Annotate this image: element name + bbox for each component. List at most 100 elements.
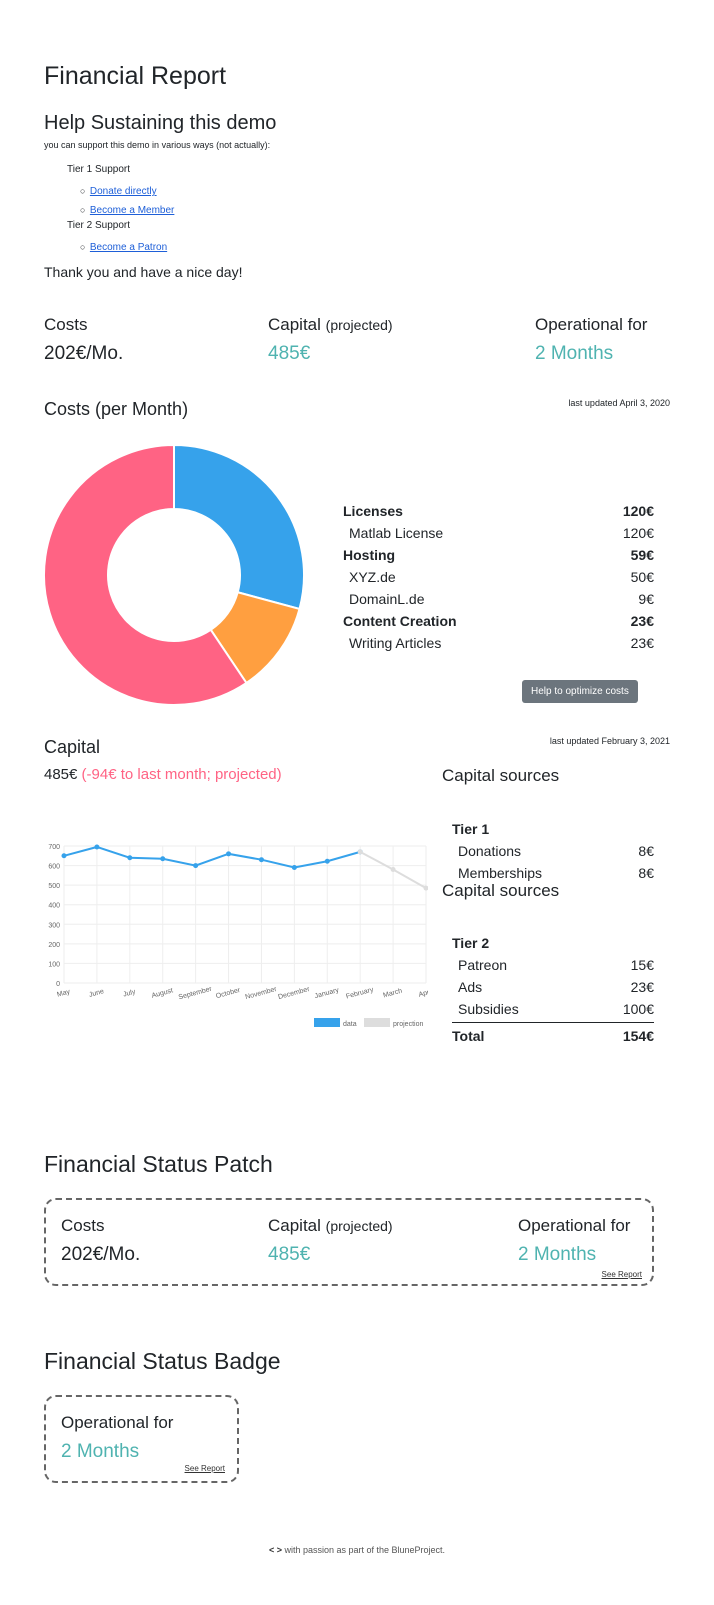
x-tick-label: June bbox=[88, 988, 105, 999]
capital-delta: (-94€ to last month; projected) bbox=[81, 766, 282, 783]
costs-donut-chart bbox=[44, 444, 304, 706]
cost-item-name: Matlab License bbox=[349, 525, 444, 541]
page-title: Financial Report bbox=[44, 62, 227, 90]
total-label: Total bbox=[452, 1028, 485, 1044]
x-tick-label: November bbox=[245, 986, 279, 1001]
cost-item-value: 23€ bbox=[630, 635, 654, 651]
y-tick-label: 400 bbox=[48, 903, 60, 910]
x-tick-label: March bbox=[382, 988, 403, 1000]
code-icon: < > bbox=[268, 1545, 282, 1555]
costs-heading: Costs (per Month) bbox=[44, 399, 189, 419]
y-tick-label: 300 bbox=[48, 922, 60, 929]
cost-item-name: XYZ.de bbox=[349, 569, 396, 585]
patch-operational-value: 2 Months bbox=[518, 1244, 597, 1265]
capital-line-chart: 0 100 200 300 400 500 600 700 May June July August S… bbox=[48, 844, 428, 1028]
series-line-data bbox=[63, 845, 361, 869]
patch-capital: Capital (projected) 485€ bbox=[268, 1216, 393, 1266]
data-point-data bbox=[127, 855, 133, 861]
capital-tier2-table: Tier 2 Patreon 15€ Ads 23€ Subsidies 100€ bbox=[452, 932, 654, 1020]
cost-item-row: DomainL.de 9€ bbox=[343, 588, 654, 610]
support-heading: Help Sustaining this demo bbox=[44, 112, 277, 134]
y-tick-label: 600 bbox=[48, 864, 60, 871]
cost-item-name: DomainL.de bbox=[349, 591, 425, 607]
data-point-data bbox=[94, 844, 100, 850]
x-tick-label: September bbox=[178, 986, 214, 1002]
x-tick-label: July bbox=[123, 988, 137, 998]
operational-value: 2 Months bbox=[535, 343, 614, 364]
tier1-source-value: 8€ bbox=[638, 865, 654, 881]
patch-operational-label: Operational for bbox=[518, 1216, 631, 1235]
tier2-source-value: 15€ bbox=[630, 957, 654, 973]
cost-item-value: 50€ bbox=[630, 569, 654, 585]
costs-table: Licenses 120€ Matlab License 120€ Hosting 59€… bbox=[343, 500, 654, 654]
y-tick-label: 0 bbox=[56, 981, 60, 988]
tier1-support-label: Tier 1 Support bbox=[67, 164, 130, 175]
tier1-source-row: Donations 8€ bbox=[452, 840, 654, 862]
costs-stat: Costs 202€/Mo. bbox=[44, 315, 123, 365]
x-tick-label: May bbox=[56, 988, 71, 998]
capital-tier1-table: Tier 1 Donations 8€ Memberships 8€ bbox=[452, 818, 654, 884]
patch-costs: Costs 202€/Mo. bbox=[61, 1216, 140, 1266]
tier2-source-label-name: Tier 2 bbox=[452, 935, 490, 951]
tier1-source-name: Donations bbox=[458, 843, 522, 859]
tier1-source-value: 8€ bbox=[638, 843, 654, 859]
costs-updated: last updated April 3, 2020 bbox=[568, 398, 670, 408]
become-patron-link[interactable]: Become a Patron bbox=[90, 242, 167, 253]
data-point-data bbox=[291, 865, 297, 871]
x-tick-label: December bbox=[277, 986, 311, 1001]
patch-costs-value: 202€/Mo. bbox=[61, 1244, 141, 1265]
cost-item-row: Licenses 120€ bbox=[343, 500, 654, 522]
patch-costs-label: Costs bbox=[61, 1216, 105, 1235]
capital-summary: 485€ (-94€ to last month; projected) bbox=[44, 766, 282, 783]
x-tick-label: February bbox=[345, 986, 374, 1000]
data-point-data bbox=[61, 853, 67, 859]
y-tick-label: 100 bbox=[48, 961, 60, 968]
status-patch: Costs 202€/Mo. Capital (projected) 485€ … bbox=[44, 1198, 654, 1286]
optimize-costs-button[interactable]: Help to optimize costs bbox=[522, 680, 638, 703]
tier2-source-row: Patreon 15€ bbox=[452, 954, 654, 976]
patch-see-report-link[interactable]: See Report bbox=[602, 1270, 642, 1279]
cost-item-name: Content Creation bbox=[343, 613, 457, 629]
tier2-support-label: Tier 2 Support bbox=[67, 220, 130, 231]
patch-operational: Operational for 2 Months bbox=[518, 1216, 630, 1266]
cost-item-value: 120€ bbox=[622, 503, 654, 519]
cost-item-value: 9€ bbox=[638, 591, 654, 607]
tier2-source-name: Patreon bbox=[458, 957, 508, 973]
footer: < > with passion as part of the BlunePro… bbox=[0, 1545, 714, 1555]
legend-swatch-projection bbox=[364, 1018, 390, 1027]
patron-link-item: ○ Become a Patron bbox=[80, 242, 168, 253]
badge-operational-value: 2 Months bbox=[61, 1441, 140, 1462]
tier1-source-name: Memberships bbox=[458, 865, 543, 881]
operational-stat: Operational for 2 Months bbox=[535, 315, 647, 365]
badge-see-report-link[interactable]: See Report bbox=[185, 1464, 225, 1473]
thanks-text: Thank you and have a nice day! bbox=[44, 264, 243, 280]
data-point-data bbox=[258, 857, 264, 863]
capital-label: Capital bbox=[268, 315, 321, 334]
x-tick-label: August bbox=[151, 987, 174, 999]
y-tick-label: 700 bbox=[48, 844, 60, 851]
tier2-source-value: 23€ bbox=[630, 979, 654, 995]
total-value: 154€ bbox=[622, 1028, 654, 1044]
data-point-projection bbox=[390, 866, 396, 872]
tier2-source-row: Subsidies 100€ bbox=[452, 998, 654, 1020]
cost-item-row: XYZ.de 50€ bbox=[343, 566, 654, 588]
tier2-source-value: 100€ bbox=[622, 1001, 654, 1017]
donate-link-item: ○ Donate directly bbox=[80, 186, 157, 197]
patch-capital-label: Capital bbox=[268, 1216, 321, 1235]
legend-label-projection: projection bbox=[393, 1021, 423, 1028]
badge-operational: Operational for 2 Months bbox=[61, 1413, 173, 1463]
legend-swatch-data bbox=[314, 1018, 340, 1027]
x-tick-label: April bbox=[418, 988, 428, 999]
donate-directly-link[interactable]: Donate directly bbox=[90, 186, 157, 197]
become-member-link[interactable]: Become a Member bbox=[90, 205, 174, 216]
capital-value: 485€ bbox=[268, 343, 311, 364]
capital-current-value: 485€ bbox=[44, 766, 78, 783]
cost-item-name: Hosting bbox=[343, 547, 396, 563]
capital-sub: (projected) bbox=[325, 317, 393, 333]
tier1-source-label-name: Tier 1 bbox=[452, 821, 490, 837]
x-tick-label: January bbox=[314, 987, 340, 1000]
capital-heading: Capital bbox=[44, 737, 101, 757]
patch-capital-value: 485€ bbox=[268, 1244, 311, 1265]
cost-item-row: Hosting 59€ bbox=[343, 544, 654, 566]
member-link-item: ○ Become a Member bbox=[80, 205, 175, 216]
